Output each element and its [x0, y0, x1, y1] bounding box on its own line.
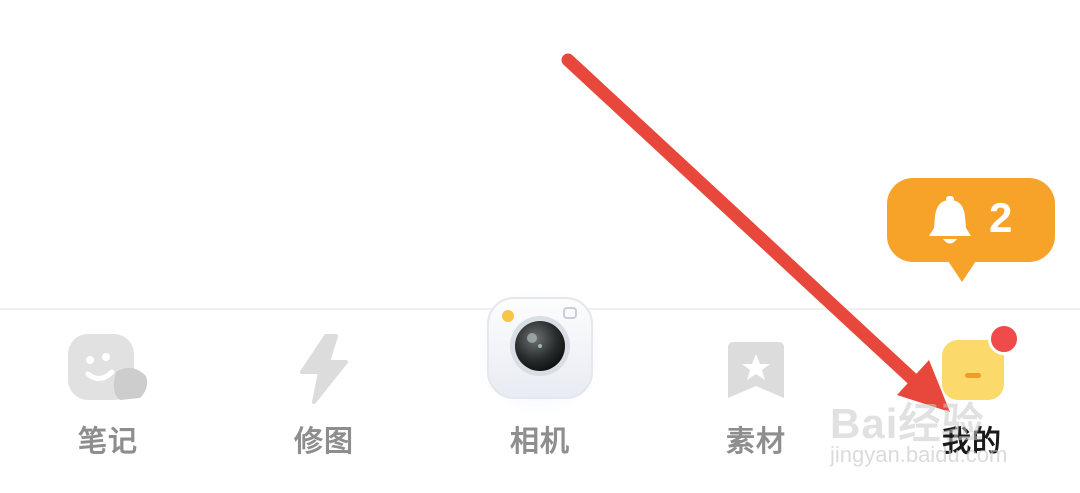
camera-icon[interactable] — [486, 296, 594, 400]
bell-icon — [929, 196, 971, 244]
tab-camera-label: 相机 — [509, 424, 570, 458]
unread-red-dot — [988, 323, 1020, 355]
notification-bubble[interactable]: 2 — [887, 178, 1055, 262]
star-bookmark-icon — [728, 342, 784, 398]
tab-materials-label: 素材 — [725, 424, 786, 458]
tab-profile[interactable]: 我的 — [872, 310, 1072, 493]
lightning-icon — [300, 334, 348, 404]
sticker-face-icon — [68, 334, 148, 400]
tab-materials[interactable]: 素材 — [656, 310, 856, 493]
notification-count: 2 — [989, 194, 1013, 241]
tab-edit-photo[interactable]: 修图 — [224, 310, 424, 493]
notification-bubble-tail — [946, 258, 978, 282]
tab-edit-photo-label: 修图 — [293, 424, 354, 458]
tab-notes[interactable]: 笔记 — [8, 310, 208, 493]
tab-profile-label: 我的 — [941, 424, 1002, 458]
tab-notes-label: 笔记 — [77, 424, 138, 458]
